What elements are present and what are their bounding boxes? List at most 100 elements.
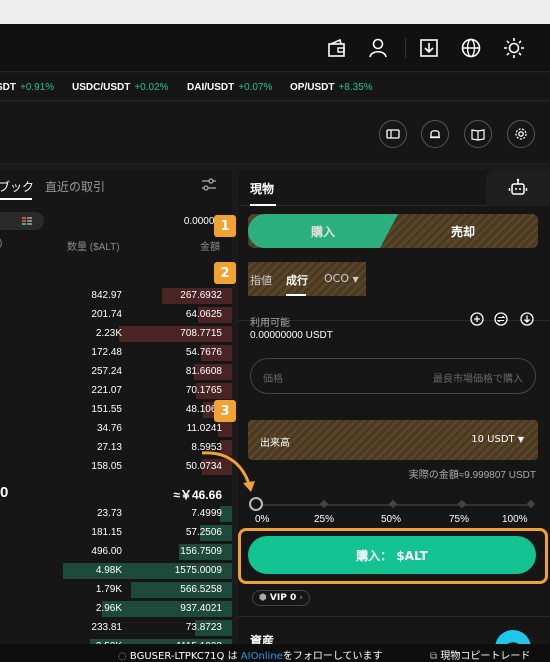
tab-orderbook[interactable]: ブック bbox=[0, 178, 34, 195]
price-hint: 最良市場価格で購入 bbox=[433, 374, 523, 385]
slider-label: 0% bbox=[255, 514, 270, 525]
ask-row[interactable]: 201.74 64.0625 bbox=[0, 305, 232, 324]
price-input[interactable]: 価格 最良市場価格で購入 bbox=[250, 358, 536, 394]
row-qty: 27.13 bbox=[96, 442, 122, 453]
ticker-item[interactable]: SDT+0.91% bbox=[0, 82, 54, 93]
order-type-oco[interactable]: OCO ▼ bbox=[324, 272, 359, 285]
ask-row[interactable]: 172.48 54.7676 bbox=[0, 343, 232, 362]
quantity-value[interactable]: 10 USDT ▼ bbox=[471, 434, 524, 445]
nav-separator bbox=[405, 38, 406, 58]
ask-row[interactable]: 27.13 8.5953 bbox=[0, 438, 232, 457]
slider-tick[interactable] bbox=[457, 499, 467, 509]
trade-panel-header: 現物 bbox=[238, 170, 550, 206]
copy-trade-link[interactable]: ⧉ 現物コピートレード bbox=[430, 647, 530, 662]
bid-row[interactable]: 2.96K 937.4021 bbox=[0, 599, 232, 618]
actual-amount: 実際の金額≈9.999807 USDT bbox=[408, 470, 536, 481]
quantity-input[interactable]: 出来高 10 USDT ▼ bbox=[248, 420, 538, 460]
user-icon[interactable] bbox=[367, 37, 389, 59]
slider-tick[interactable] bbox=[319, 499, 329, 509]
transfer-icon[interactable] bbox=[494, 312, 508, 326]
robot-icon bbox=[508, 178, 528, 195]
available-value: 0.00000000 USDT bbox=[250, 330, 333, 341]
alert-bell-icon[interactable] bbox=[421, 120, 449, 148]
depth-icon bbox=[22, 217, 32, 225]
quantity-label: 出来高 bbox=[260, 438, 290, 449]
ask-row[interactable]: 842.97 267.6932 bbox=[0, 286, 232, 305]
buy-sell-toggle: 購入 売却 bbox=[248, 214, 538, 248]
order-type-market[interactable]: 成行 bbox=[286, 272, 308, 288]
mid-price: 0 bbox=[0, 484, 9, 501]
bid-row[interactable]: 233.81 73.8723 bbox=[0, 618, 232, 637]
copy-icon: ⧉ bbox=[430, 651, 438, 662]
slider-tick[interactable] bbox=[526, 499, 536, 509]
book-icon[interactable] bbox=[464, 120, 492, 148]
buy-tab[interactable]: 購入 bbox=[248, 214, 398, 248]
depth-bar bbox=[220, 506, 232, 522]
footer-bar: ◌ BGUSER-LTPKC71Q は AIOnlineをフォローしています ⧉… bbox=[0, 644, 550, 662]
tab-spot[interactable]: 現物 bbox=[250, 180, 274, 197]
bid-row[interactable]: 23.73 7.4999 bbox=[0, 504, 232, 523]
row-amount: 11.0241 bbox=[186, 423, 222, 434]
top-navbar bbox=[0, 24, 550, 72]
price-placeholder: 価格 bbox=[263, 374, 283, 385]
available-label: 利用可能 bbox=[250, 318, 290, 329]
row-amount: 267.6932 bbox=[180, 290, 222, 301]
orderbook-panel: ブック 直近の取引 0.00001 ) 数量 ($ALT) 金額 842.972… bbox=[0, 170, 232, 662]
sell-tab[interactable]: 売却 bbox=[388, 214, 538, 248]
order-type-underline bbox=[286, 294, 306, 296]
row-amount: 937.4021 bbox=[180, 603, 222, 614]
col-price-header: ) bbox=[0, 238, 2, 249]
ask-row[interactable]: 151.55 48.1065 bbox=[0, 400, 232, 419]
ticket-icon[interactable] bbox=[379, 120, 407, 148]
wallet-icon[interactable] bbox=[326, 37, 348, 59]
depth-view-toggle[interactable] bbox=[0, 212, 44, 230]
tab-underline bbox=[0, 198, 32, 200]
row-amount: 70.1765 bbox=[185, 385, 222, 396]
trading-bot-button[interactable] bbox=[486, 170, 550, 206]
download-icon[interactable] bbox=[418, 37, 440, 59]
tab-recent-trades[interactable]: 直近の取引 bbox=[45, 178, 105, 195]
ask-row[interactable]: 257.24 81.6608 bbox=[0, 362, 232, 381]
slider-label: 100% bbox=[502, 514, 528, 525]
row-amount: 1575.0009 bbox=[174, 565, 222, 576]
row-amount: 156.7509 bbox=[180, 546, 222, 557]
globe-icon[interactable] bbox=[460, 37, 482, 59]
slider-label: 75% bbox=[449, 514, 470, 525]
follow-notice: ◌ BGUSER-LTPKC71Q は AIOnlineをフォローしています bbox=[118, 651, 383, 662]
bid-row[interactable]: 4.98K 1575.0009 bbox=[0, 561, 232, 580]
bid-row[interactable]: 1.79K 566.5258 bbox=[0, 580, 232, 599]
buy-submit-button[interactable]: 購入： $ALT bbox=[248, 536, 536, 574]
ticker-item[interactable]: OP/USDT +8.35% bbox=[290, 82, 373, 93]
row-amount: 708.7715 bbox=[180, 328, 222, 339]
row-qty: 496.00 bbox=[91, 546, 122, 557]
order-type-tabs: 指値 成行 OCO ▼ bbox=[248, 262, 366, 296]
follow-link[interactable]: AIOnline bbox=[241, 651, 283, 662]
download-circle-icon[interactable] bbox=[520, 312, 534, 326]
add-circle-icon[interactable] bbox=[470, 312, 484, 326]
row-qty: 257.24 bbox=[91, 366, 122, 377]
row-qty: 2.96K bbox=[95, 603, 122, 614]
settings-gear-icon[interactable] bbox=[507, 120, 535, 148]
row-qty: 4.98K bbox=[95, 565, 122, 576]
row-qty: 181.15 bbox=[91, 527, 122, 538]
pointer-arrow-icon bbox=[201, 451, 255, 492]
ask-row[interactable]: 2.23K 708.7715 bbox=[0, 324, 232, 343]
chevron-down-icon: ▼ bbox=[352, 275, 359, 284]
bid-row[interactable]: 496.00 156.7509 bbox=[0, 542, 232, 561]
slider-knob[interactable] bbox=[249, 497, 263, 511]
vip-badge[interactable]: ⬢ VIP 0 › bbox=[252, 590, 310, 606]
slider-tick[interactable] bbox=[388, 499, 398, 509]
sliders-icon[interactable] bbox=[200, 176, 218, 194]
ticker-item[interactable]: USDC/USDT +0.02% bbox=[72, 82, 169, 93]
caret-down-icon: ▼ bbox=[517, 435, 524, 444]
ask-row[interactable]: 158.05 50.0734 bbox=[0, 457, 232, 476]
theme-sun-icon[interactable] bbox=[503, 37, 525, 59]
ticker-item[interactable]: DAI/USDT +0.07% bbox=[187, 82, 272, 93]
tab-underline bbox=[250, 204, 276, 206]
ask-row[interactable]: 34.76 11.0241 bbox=[0, 419, 232, 438]
bid-row[interactable]: 181.15 57.2506 bbox=[0, 523, 232, 542]
order-type-limit[interactable]: 指値 bbox=[250, 272, 272, 288]
ticker-bar: SDT+0.91% USDC/USDT+0.02% DAI/USDT+0.07%… bbox=[0, 73, 550, 101]
ask-row[interactable]: 221.07 70.1765 bbox=[0, 381, 232, 400]
step-marker-1: 1 bbox=[214, 215, 236, 237]
